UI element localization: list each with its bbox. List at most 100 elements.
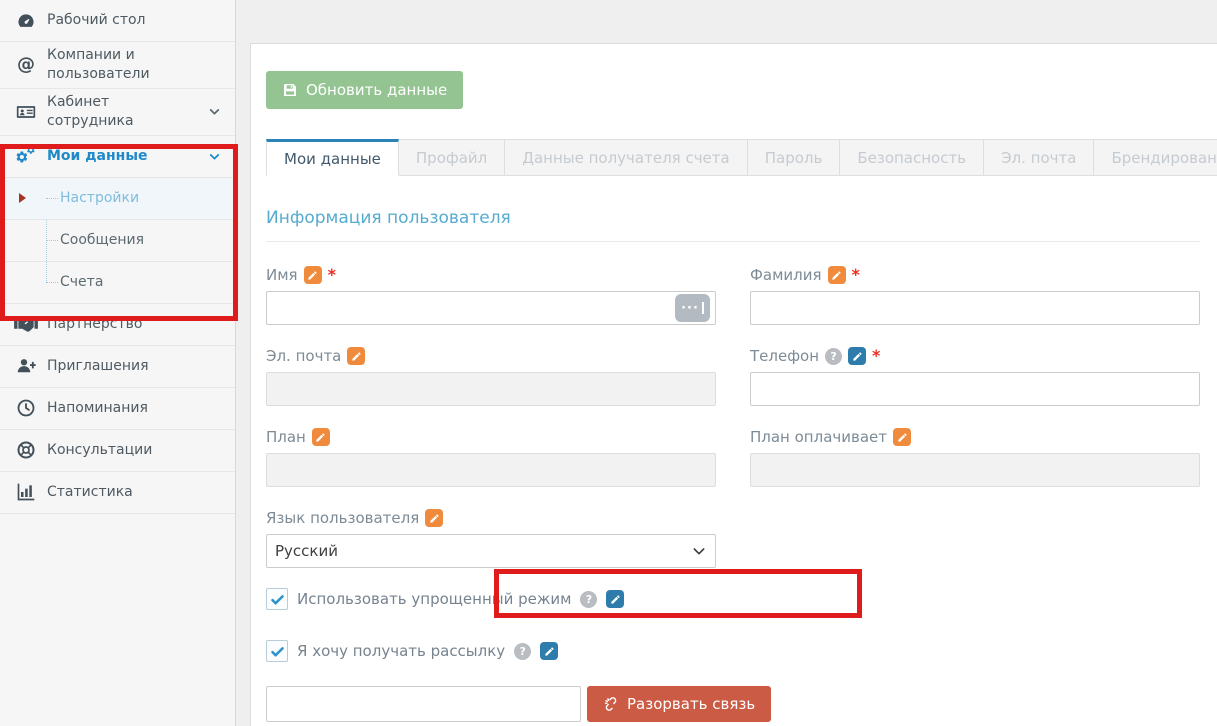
phone-label: Телефон <box>750 347 819 365</box>
sidebar-subitem-label: Счета <box>60 274 103 290</box>
help-icon[interactable]: ? <box>580 591 597 608</box>
newsletter-label: Я хочу получать рассылку <box>297 642 505 660</box>
current-item-caret-icon <box>19 193 26 203</box>
edit-pencil-icon[interactable] <box>848 347 866 365</box>
sidebar-subitem-messages[interactable]: Сообщения <box>0 220 235 262</box>
sidebar-subitem-invoices[interactable]: Счета <box>0 262 235 304</box>
unlink-button-label: Разорвать связь <box>627 695 755 713</box>
required-asterisk: * <box>852 270 860 280</box>
sidebar-item-invitations[interactable]: Приглашения <box>0 346 235 388</box>
plan-payer-label: План оплачивает <box>750 428 887 446</box>
edit-pencil-icon[interactable] <box>540 642 558 660</box>
chevron-down-icon <box>208 150 221 163</box>
field-language: Язык пользователя Русский <box>266 509 716 568</box>
sidebar-item-label: Консультации <box>47 441 221 460</box>
last-name-label: Фамилия <box>750 266 822 284</box>
linked-account-input[interactable] <box>266 686 581 722</box>
sidebar-item-my-data[interactable]: Мои данные <box>0 136 235 178</box>
field-plan: План <box>266 428 716 487</box>
dashboard-icon <box>14 11 38 31</box>
section-divider <box>266 241 1200 242</box>
sidebar-item-companies-users[interactable]: @ Компании и пользователи <box>0 42 235 89</box>
sidebar-subitem-label: Сообщения <box>60 232 144 248</box>
dotted-connector <box>46 282 58 283</box>
edit-pencil-icon[interactable] <box>828 266 846 284</box>
simple-mode-row: Использовать упрощенный режим ? <box>266 586 1200 612</box>
simple-mode-checkbox[interactable] <box>266 588 288 610</box>
sidebar-item-label: Мои данные <box>47 147 199 166</box>
tab-bar: Мои данные Профайл Данные получателя сче… <box>266 139 1200 176</box>
sidebar-item-reminders[interactable]: Напоминания <box>0 388 235 430</box>
tab-password[interactable]: Пароль <box>748 139 841 176</box>
first-name-input[interactable] <box>266 291 716 325</box>
first-name-label: Имя <box>266 266 298 284</box>
tab-profile[interactable]: Профайл <box>399 139 505 176</box>
required-asterisk: * <box>872 351 880 361</box>
at-icon: @ <box>14 56 38 74</box>
main-area: Обновить данные Мои данные Профайл Данны… <box>236 0 1217 726</box>
clock-icon <box>14 398 38 418</box>
gears-icon <box>14 145 38 167</box>
last-name-input[interactable] <box>750 291 1200 325</box>
simple-mode-label: Использовать упрощенный режим <box>297 590 571 608</box>
edit-pencil-icon[interactable] <box>304 266 322 284</box>
unlink-button[interactable]: Разорвать связь <box>587 686 771 722</box>
my-data-submenu: Настройки Сообщения Счета <box>0 178 235 304</box>
sidebar-item-employee-cabinet[interactable]: Кабинет сотрудника <box>0 89 235 136</box>
broken-link-icon <box>603 696 619 712</box>
tab-invoice-recipient[interactable]: Данные получателя счета <box>505 139 747 176</box>
user-info-form: Имя * ··· Фамилия * <box>266 266 1200 568</box>
update-data-button-label: Обновить данные <box>306 81 447 99</box>
field-first-name: Имя * ··· <box>266 266 716 325</box>
id-card-icon <box>14 102 38 122</box>
edit-pencil-icon[interactable] <box>893 428 911 446</box>
autofill-icon[interactable]: ··· <box>675 294 710 322</box>
sidebar-item-label: Кабинет сотрудника <box>47 93 199 131</box>
newsletter-row: Я хочу получать рассылку ? <box>266 638 1200 664</box>
edit-pencil-icon[interactable] <box>312 428 330 446</box>
sidebar-item-dashboard[interactable]: Рабочий стол <box>0 0 235 42</box>
language-select[interactable]: Русский <box>266 534 716 568</box>
sidebar-subitem-settings[interactable]: Настройки <box>0 178 235 220</box>
plan-input <box>266 453 716 487</box>
required-asterisk: * <box>328 270 336 280</box>
language-label: Язык пользователя <box>266 509 419 527</box>
tab-branding[interactable]: Брендирование <box>1094 139 1217 176</box>
field-plan-payer: План оплачивает <box>750 428 1200 487</box>
handshake-icon <box>14 316 38 333</box>
dotted-connector <box>46 240 58 241</box>
sidebar-item-partnership[interactable]: Партнёрство <box>0 304 235 346</box>
chevron-down-icon <box>208 105 221 118</box>
life-ring-icon <box>14 440 38 460</box>
sidebar-item-label: Партнёрство <box>47 315 221 334</box>
unlink-row: Разорвать связь <box>266 686 1200 722</box>
edit-pencil-icon[interactable] <box>425 509 443 527</box>
bar-chart-icon <box>14 482 38 502</box>
sidebar-item-label: Напоминания <box>47 399 221 418</box>
tab-my-data[interactable]: Мои данные <box>266 139 399 176</box>
tab-email[interactable]: Эл. почта <box>984 139 1094 176</box>
phone-input[interactable] <box>750 372 1200 406</box>
help-icon[interactable]: ? <box>514 643 531 660</box>
sidebar: Рабочий стол @ Компании и пользователи К… <box>0 0 236 726</box>
edit-pencil-icon[interactable] <box>347 347 365 365</box>
dotted-connector <box>46 198 58 199</box>
sidebar-item-label: Приглашения <box>47 357 221 376</box>
email-label: Эл. почта <box>266 347 341 365</box>
update-data-button[interactable]: Обновить данные <box>266 71 463 109</box>
sidebar-subitem-label: Настройки <box>60 190 139 206</box>
field-phone: Телефон ? * <box>750 347 1200 406</box>
content-panel: Обновить данные Мои данные Профайл Данны… <box>250 43 1217 726</box>
newsletter-checkbox[interactable] <box>266 640 288 662</box>
sidebar-item-statistics[interactable]: Статистика <box>0 472 235 514</box>
save-icon <box>282 82 298 98</box>
help-icon[interactable]: ? <box>825 348 842 365</box>
edit-pencil-icon[interactable] <box>606 590 624 608</box>
sidebar-item-label: Статистика <box>47 483 221 502</box>
sidebar-item-label: Компании и пользователи <box>47 46 221 84</box>
sidebar-item-consultations[interactable]: Консультации <box>0 430 235 472</box>
sidebar-item-label: Рабочий стол <box>47 11 221 30</box>
email-input <box>266 372 716 406</box>
section-title: Информация пользователя <box>266 208 1200 228</box>
tab-security[interactable]: Безопасность <box>840 139 984 176</box>
